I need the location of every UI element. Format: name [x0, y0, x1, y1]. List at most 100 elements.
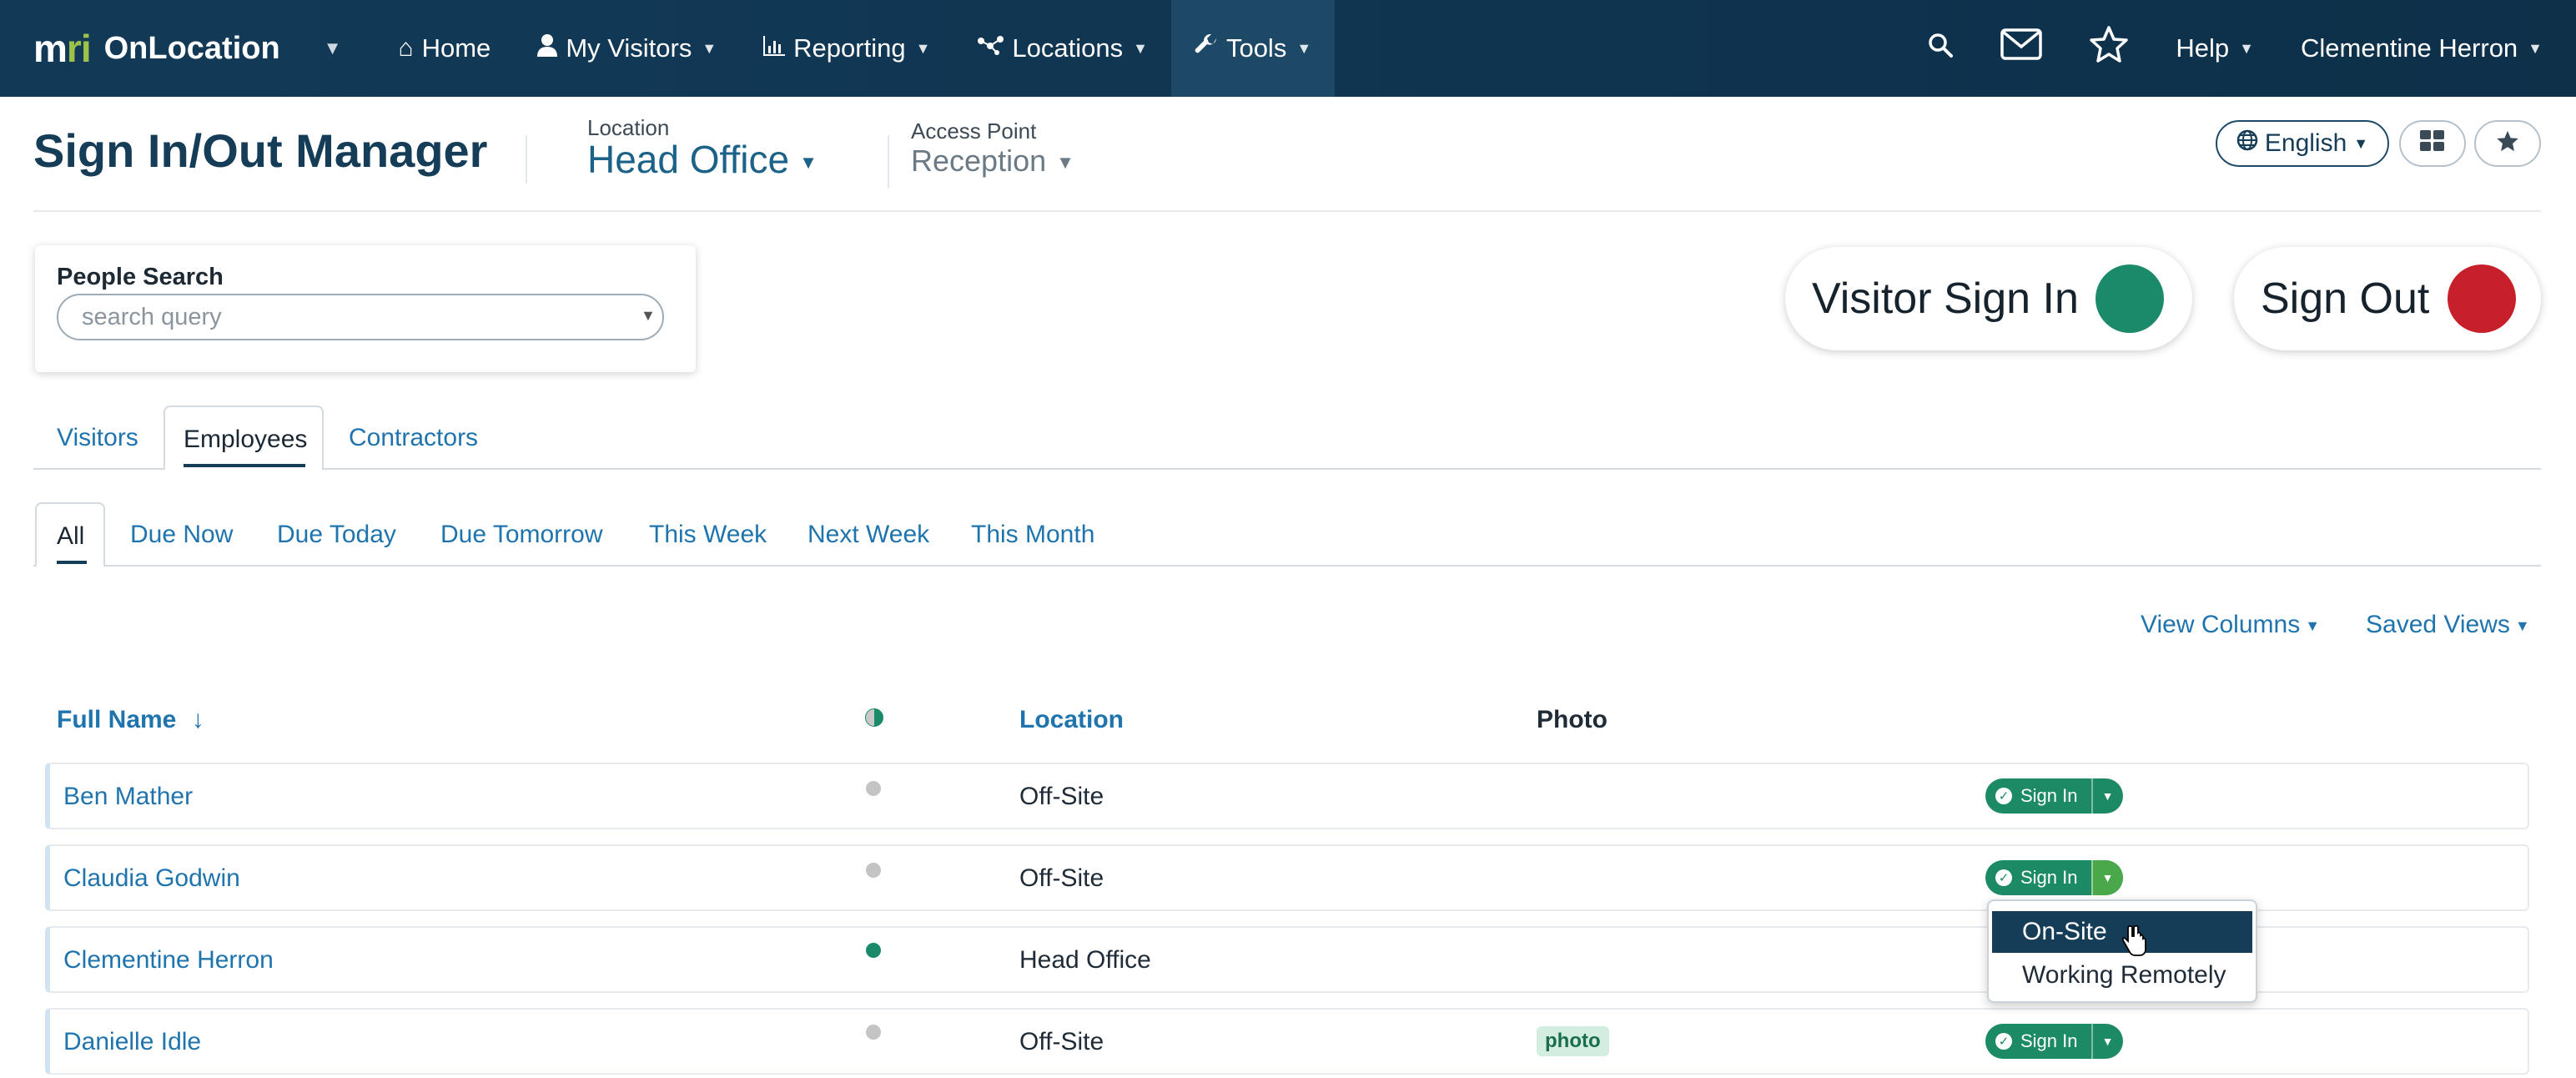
- view-columns-dropdown[interactable]: View Columns ▼: [2141, 611, 2320, 639]
- chevron-down-icon[interactable]: ▼: [324, 38, 342, 59]
- brand-name: OnLocation: [103, 30, 280, 66]
- status-dot-icon: [866, 1025, 881, 1040]
- filter-due-now[interactable]: Due Now: [130, 521, 233, 549]
- tabs-divider: [33, 468, 2541, 470]
- nav-locations[interactable]: Locations ▼: [953, 0, 1171, 97]
- bar-chart-icon: [763, 34, 786, 63]
- photo-badge[interactable]: photo: [1537, 1026, 1609, 1056]
- top-navbar: mri OnLocation ▼ ⌂ Home My Visitors ▼ Repo…: [0, 0, 2576, 97]
- globe-icon: [2236, 129, 2258, 158]
- chevron-down-icon: ▼: [1133, 39, 1148, 57]
- employee-name-link[interactable]: Danielle Idle: [63, 1028, 201, 1056]
- nav-tools[interactable]: Tools ▼: [1170, 0, 1336, 97]
- filter-next-week[interactable]: Next Week: [808, 521, 929, 549]
- page-title: Sign In/Out Manager: [33, 124, 488, 177]
- check-circle-icon: ✓: [1995, 788, 2012, 804]
- chevron-down-icon: ▼: [702, 39, 717, 57]
- tab-contractors[interactable]: Contractors: [349, 424, 478, 452]
- wrench-icon: [1195, 33, 1218, 63]
- location-selector[interactable]: Head Office ▼: [587, 137, 818, 182]
- location-cell: Off-Site: [1019, 1028, 1104, 1055]
- chevron-down-icon[interactable]: ▼: [2090, 1024, 2123, 1059]
- visitor-sign-in-button[interactable]: Visitor Sign In: [1785, 247, 2192, 350]
- chevron-down-icon: ▼: [2528, 39, 2543, 57]
- chevron-down-icon: ▼: [2514, 617, 2530, 634]
- tab-underline: [184, 464, 305, 467]
- sign-in-button[interactable]: ✓ Sign In: [1985, 860, 2091, 895]
- chevron-down-icon: ▼: [915, 39, 931, 57]
- favorite-button[interactable]: [2474, 120, 2541, 167]
- saved-views-dropdown[interactable]: Saved Views ▼: [2366, 611, 2530, 639]
- status-dot-icon: [866, 863, 881, 878]
- status-column-icon[interactable]: [864, 708, 884, 732]
- chevron-down-icon[interactable]: ▼: [2090, 860, 2123, 895]
- chevron-down-icon: ▼: [2305, 617, 2321, 634]
- home-icon: ⌂: [398, 34, 414, 62]
- employee-name-link[interactable]: Ben Mather: [63, 783, 193, 811]
- nav-home[interactable]: ⌂ Home: [375, 0, 514, 97]
- search-icon[interactable]: [1927, 31, 1954, 67]
- star-icon: [2495, 129, 2520, 159]
- user-menu[interactable]: Clementine Herron ▼: [2277, 0, 2576, 97]
- mail-icon[interactable]: [2000, 28, 2043, 68]
- chevron-down-icon[interactable]: ▼: [2090, 778, 2123, 814]
- check-circle-icon: ✓: [1995, 869, 2012, 886]
- nav-help[interactable]: Help ▼: [2152, 0, 2277, 97]
- grid-icon: [2420, 129, 2445, 158]
- filter-this-week[interactable]: This Week: [649, 521, 767, 549]
- divider: [888, 135, 889, 189]
- sign-in-button[interactable]: ✓ Sign In: [1985, 1024, 2091, 1059]
- table-row: [45, 1008, 2529, 1075]
- network-icon: [977, 34, 1004, 63]
- menu-item-working-remotely[interactable]: Working Remotely: [1992, 955, 2252, 996]
- filter-due-today[interactable]: Due Today: [277, 521, 396, 549]
- check-circle-icon: ✓: [1995, 1033, 2012, 1050]
- status-dot-icon: [866, 781, 881, 796]
- chevron-down-icon: ▼: [1296, 39, 1312, 57]
- sort-arrow-icon: ↓: [191, 706, 204, 733]
- hand-cursor-icon: [2121, 924, 2147, 958]
- location-cell: Head Office: [1019, 946, 1151, 974]
- column-header-full-name[interactable]: Full Name ↓: [57, 706, 204, 734]
- status-dot-icon: [866, 943, 881, 958]
- access-point-selector[interactable]: Reception ▼: [911, 144, 1074, 179]
- tab-visitors[interactable]: Visitors: [57, 424, 138, 452]
- people-search-input[interactable]: [57, 294, 664, 340]
- layout-toggle-button[interactable]: [2399, 120, 2466, 167]
- star-icon[interactable]: [2089, 25, 2129, 72]
- nav-my-visitors[interactable]: My Visitors ▼: [514, 0, 740, 97]
- sign-in-split-button: ✓ Sign In ▼: [1985, 1024, 2123, 1059]
- people-search-label: People Search: [57, 264, 224, 290]
- filter-this-month[interactable]: This Month: [971, 521, 1094, 549]
- filter-all[interactable]: All: [35, 502, 105, 567]
- sign-out-button[interactable]: Sign Out: [2234, 247, 2541, 350]
- chevron-down-icon: ▼: [1056, 152, 1074, 174]
- green-dot-icon: [2095, 264, 2164, 333]
- sign-in-split-button: ✓ Sign In ▼: [1985, 860, 2123, 895]
- tab-underline: [57, 561, 87, 564]
- user-icon: [537, 33, 558, 63]
- brand[interactable]: mri OnLocation ▼: [33, 0, 341, 97]
- language-selector[interactable]: English ▼: [2216, 120, 2389, 167]
- column-header-location[interactable]: Location: [1019, 706, 1124, 734]
- nav-reporting[interactable]: Reporting ▼: [740, 0, 953, 97]
- chevron-down-icon: ▼: [2353, 134, 2369, 152]
- people-search-card: People Search ▼: [35, 245, 696, 372]
- location-cell: Off-Site: [1019, 864, 1104, 892]
- access-point-label: Access Point: [911, 118, 1037, 144]
- filter-due-tomorrow[interactable]: Due Tomorrow: [440, 521, 603, 549]
- mri-logo: mri: [33, 27, 92, 70]
- chevron-down-icon: ▼: [2239, 39, 2254, 57]
- location-cell: Off-Site: [1019, 783, 1104, 810]
- tab-employees[interactable]: Employees: [164, 406, 324, 471]
- divider: [526, 135, 527, 184]
- filters-divider: [33, 565, 2541, 567]
- sign-in-button[interactable]: ✓ Sign In: [1985, 778, 2091, 814]
- chevron-down-icon: ▼: [799, 151, 818, 173]
- employee-name-link[interactable]: Clementine Herron: [63, 946, 274, 975]
- employee-name-link[interactable]: Claudia Godwin: [63, 864, 240, 893]
- header-divider: [33, 210, 2541, 212]
- column-header-photo: Photo: [1537, 706, 1607, 733]
- red-dot-icon: [2448, 264, 2517, 333]
- chevron-down-icon[interactable]: ▼: [641, 307, 656, 325]
